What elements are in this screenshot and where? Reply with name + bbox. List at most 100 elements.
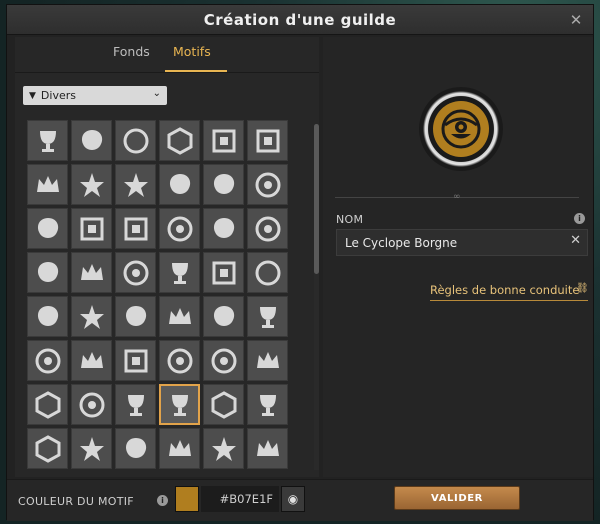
motif-tile[interactable] <box>115 120 156 161</box>
guild-settings-panel: ∞ NOM i Le Cyclope Borgne ✕ Règles de bo… <box>323 37 593 477</box>
boot-icon <box>37 261 58 282</box>
clear-name-icon[interactable]: ✕ <box>570 233 581 248</box>
motif-tile[interactable] <box>27 428 68 469</box>
candelabra-icon <box>80 351 103 368</box>
spiral-icon <box>255 172 280 197</box>
crown-icon <box>168 307 191 324</box>
motif-tile[interactable] <box>159 120 200 161</box>
info-icon[interactable]: i <box>574 213 585 224</box>
info-icon[interactable]: i <box>157 495 168 506</box>
motif-tile[interactable] <box>159 340 200 381</box>
scroll-thumb[interactable] <box>314 124 319 274</box>
motif-tile[interactable] <box>71 120 112 161</box>
hourglass-icon <box>127 394 144 416</box>
wreath-icon <box>255 260 280 285</box>
motif-tile[interactable] <box>71 296 112 337</box>
motif-tile[interactable] <box>159 208 200 249</box>
motif-tile[interactable] <box>27 340 68 381</box>
motif-tile[interactable] <box>247 164 288 205</box>
motif-tile[interactable] <box>27 296 68 337</box>
cane-icon <box>35 348 60 373</box>
motif-tile[interactable] <box>27 164 68 205</box>
motif-tile[interactable] <box>71 164 112 205</box>
chalice-icon <box>259 394 276 416</box>
fleur-de-lis-icon <box>36 175 59 192</box>
guild-emblem-preview <box>419 87 503 171</box>
crossed-hammers-icon <box>79 304 104 329</box>
motif-tile[interactable] <box>115 428 156 469</box>
motif-tile[interactable] <box>159 296 200 337</box>
category-filter-dropdown[interactable]: ▼ Divers ⌄ <box>23 86 167 105</box>
motif-tile[interactable] <box>27 252 68 293</box>
snowflake-icon <box>79 172 104 197</box>
close-icon[interactable]: ✕ <box>567 11 585 29</box>
motif-tile[interactable] <box>203 428 244 469</box>
motif-tile[interactable] <box>27 208 68 249</box>
motif-tile[interactable] <box>115 296 156 337</box>
guild-name-input[interactable]: Le Cyclope Borgne ✕ <box>336 229 588 256</box>
trophy-icon <box>171 394 188 416</box>
filter-icon: ▼ <box>29 90 36 101</box>
motif-tile[interactable] <box>247 296 288 337</box>
padlock-icon <box>124 217 147 240</box>
motif-tile[interactable] <box>159 384 200 425</box>
motif-tile[interactable] <box>115 208 156 249</box>
motif-tile[interactable] <box>247 208 288 249</box>
divider-ornament-icon: ∞ <box>453 192 461 202</box>
motif-tile[interactable] <box>203 252 244 293</box>
motif-tile[interactable] <box>159 164 200 205</box>
mushroom-icon <box>37 217 58 238</box>
link-icon: ⛓ <box>576 283 589 294</box>
motif-tile[interactable] <box>203 296 244 337</box>
motif-tile[interactable] <box>71 252 112 293</box>
motif-tile[interactable] <box>247 428 288 469</box>
diamond-icon <box>167 126 192 155</box>
motif-tile[interactable] <box>159 428 200 469</box>
name-label: NOM <box>336 213 364 226</box>
cyclops-icon <box>433 101 489 157</box>
motif-tile[interactable] <box>159 252 200 293</box>
tabs: Fonds Motifs <box>15 37 319 73</box>
motif-tile[interactable] <box>203 120 244 161</box>
crosshair-icon <box>79 392 104 417</box>
motif-tile[interactable] <box>71 208 112 249</box>
motif-tile[interactable] <box>247 384 288 425</box>
rules-link[interactable]: Règles de bonne conduite <box>430 283 579 297</box>
motif-tile[interactable] <box>115 340 156 381</box>
statue-icon <box>125 305 146 326</box>
tab-fonds[interactable]: Fonds <box>113 44 150 59</box>
honeycomb-icon <box>35 390 60 419</box>
tab-motifs[interactable]: Motifs <box>173 44 211 59</box>
filter-value: Divers <box>40 89 76 102</box>
motif-tile[interactable] <box>27 120 68 161</box>
footer-bar: COULEUR DU MOTIF i #B07E1F ◉ VALIDER <box>7 479 593 521</box>
motif-tile[interactable] <box>115 384 156 425</box>
motif-tile[interactable] <box>115 252 156 293</box>
color-hex-value[interactable]: #B07E1F <box>201 486 279 512</box>
motif-tile[interactable] <box>203 164 244 205</box>
motif-tile[interactable] <box>247 340 288 381</box>
triskelion-icon <box>169 173 190 194</box>
motif-tile[interactable] <box>71 340 112 381</box>
rules-underline <box>430 300 588 301</box>
motif-tile[interactable] <box>71 428 112 469</box>
motif-tile[interactable] <box>71 384 112 425</box>
motif-tile[interactable] <box>247 120 288 161</box>
balance-icon <box>39 130 56 152</box>
crab-icon <box>213 217 234 238</box>
palette-icon[interactable]: ◉ <box>281 486 305 512</box>
motif-tile[interactable] <box>115 164 156 205</box>
motif-tile[interactable] <box>203 384 244 425</box>
motif-tile[interactable] <box>247 252 288 293</box>
motif-grid-scrollbar[interactable] <box>314 124 319 470</box>
ring-icon <box>123 260 148 285</box>
validate-button[interactable]: VALIDER <box>394 486 520 510</box>
motif-tile[interactable] <box>203 340 244 381</box>
motif-tile[interactable] <box>203 208 244 249</box>
motif-tile[interactable] <box>27 384 68 425</box>
color-swatch[interactable] <box>175 486 199 512</box>
dialog-title: Création d'une guilde <box>203 10 397 29</box>
guild-creation-dialog: Création d'une guilde ✕ Fonds Motifs ▼ D… <box>6 4 594 521</box>
compass-star-icon <box>123 172 148 197</box>
knot-cross-icon <box>256 129 279 152</box>
